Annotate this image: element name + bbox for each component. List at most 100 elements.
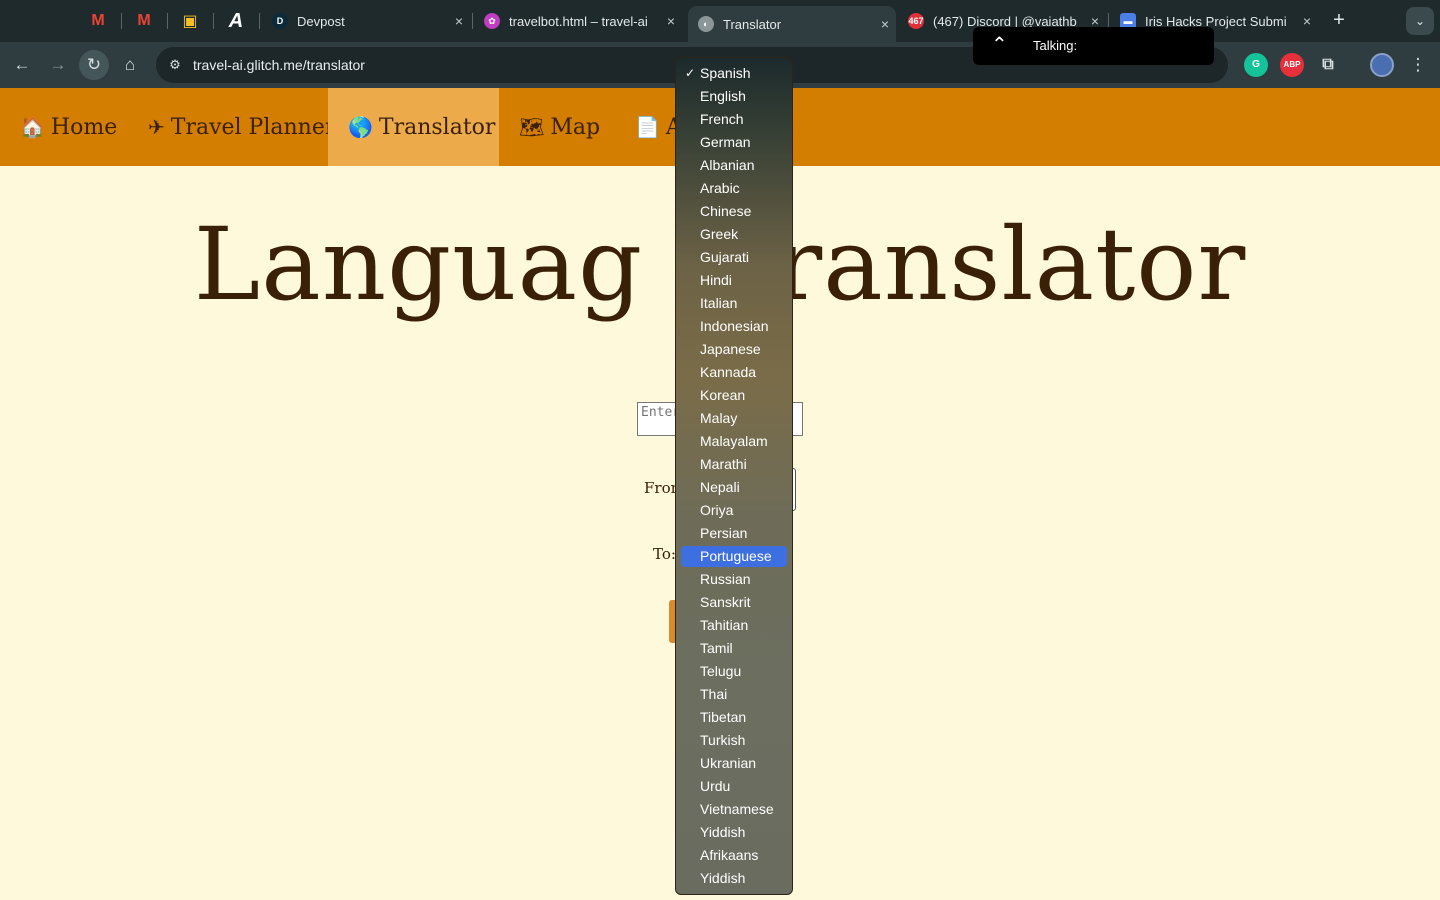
tab-separator — [167, 13, 168, 29]
a-logo-icon: A — [228, 9, 244, 32]
dropdown-option-label: French — [700, 111, 744, 127]
dropdown-option[interactable]: Malayalam — [681, 431, 787, 452]
close-icon[interactable]: × — [660, 13, 682, 29]
dropdown-option[interactable]: German — [681, 132, 787, 153]
dropdown-option-label: Afrikaans — [700, 847, 759, 863]
dropdown-option[interactable]: Urdu — [681, 776, 787, 797]
dropdown-option-label: Portuguese — [700, 548, 772, 564]
dropdown-option-label: Spanish — [700, 65, 751, 81]
adblock-icon[interactable]: ABP — [1280, 53, 1304, 77]
dropdown-option[interactable]: Tamil — [681, 638, 787, 659]
dropdown-option[interactable]: Thai — [681, 684, 787, 705]
close-icon[interactable]: × — [874, 16, 896, 32]
tab-travelbot[interactable]: ✿ travelbot.html – travel-ai × — [474, 6, 682, 36]
close-icon[interactable]: × — [1296, 13, 1318, 29]
dropdown-option[interactable]: Malay — [681, 408, 787, 429]
dropdown-option[interactable]: Indonesian — [681, 316, 787, 337]
avatar[interactable] — [1370, 53, 1394, 77]
dropdown-option-label: Russian — [700, 571, 751, 587]
dropdown-option[interactable]: Albanian — [681, 155, 787, 176]
tab-devpost[interactable]: D Devpost × — [262, 6, 470, 36]
puzzle-icon[interactable]: ⧉ — [1316, 53, 1340, 77]
tab-separator — [472, 13, 473, 29]
dropdown-option[interactable]: French — [681, 109, 787, 130]
pinned-tab-classroom[interactable]: ▣ — [172, 7, 208, 35]
chevron-up-icon[interactable]: ⌃ — [991, 32, 1008, 57]
dropdown-option[interactable]: Arabic — [681, 178, 787, 199]
dropdown-option[interactable]: Korean — [681, 385, 787, 406]
dropdown-option-label: Vietnamese — [700, 801, 774, 817]
nav-translator[interactable]: 🌎 Translator — [328, 88, 499, 166]
dropdown-option[interactable]: Greek — [681, 224, 787, 245]
new-tab-button[interactable]: + — [1327, 8, 1351, 32]
dropdown-option[interactable]: Yiddish — [681, 868, 787, 889]
close-icon[interactable]: × — [448, 13, 470, 29]
dropdown-option[interactable]: Italian — [681, 293, 787, 314]
dropdown-option[interactable]: Telugu — [681, 661, 787, 682]
dropdown-option[interactable]: Gujarati — [681, 247, 787, 268]
dropdown-option-label: Marathi — [700, 456, 747, 472]
back-icon[interactable]: ← — [7, 50, 37, 80]
nav-label: Translator — [378, 114, 496, 140]
reload-icon[interactable]: ↻ — [79, 50, 109, 80]
home-icon[interactable]: ⌂ — [115, 50, 145, 80]
gmail-icon: M — [91, 12, 105, 29]
dropdown-option-label: Turkish — [700, 732, 746, 748]
tab-search-button[interactable]: ⌄ — [1406, 7, 1434, 35]
dropdown-option[interactable]: English — [681, 86, 787, 107]
dropdown-option[interactable]: Kannada — [681, 362, 787, 383]
nav-map[interactable]: 🗺 Map — [499, 88, 620, 166]
globe-icon: ◐ — [698, 16, 714, 32]
language-dropdown-list[interactable]: ✓ Spanish English French German Albanian Arabi… — [675, 57, 793, 895]
site-info-icon[interactable]: ⚙ — [166, 56, 184, 74]
talking-label: Talking: — [1033, 38, 1078, 53]
dropdown-option[interactable]: Yiddish — [681, 822, 787, 843]
glitch-icon: ✿ — [484, 13, 500, 29]
tab-translator[interactable]: ◐ Translator × — [688, 6, 896, 42]
dropdown-option[interactable]: Russian — [681, 569, 787, 590]
dropdown-option[interactable]: Hindi — [681, 270, 787, 291]
dropdown-option[interactable]: Tibetan — [681, 707, 787, 728]
dropdown-option[interactable]: Sanskrit — [681, 592, 787, 613]
dropdown-option[interactable]: Turkish — [681, 730, 787, 751]
tab-separator — [121, 13, 122, 29]
dropdown-option-label: Yiddish — [700, 824, 746, 840]
dropdown-option-label: Arabic — [700, 180, 740, 196]
dropdown-option-label: Tahitian — [700, 617, 749, 633]
gmail-icon: M — [137, 12, 151, 29]
dropdown-option[interactable]: Tahitian — [681, 615, 787, 636]
nav-travel-planner[interactable]: ✈ Travel Planner — [128, 88, 355, 166]
dropdown-option[interactable]: Oriya — [681, 500, 787, 521]
nav-home[interactable]: 🏠 Home — [0, 88, 137, 166]
tab-separator — [259, 13, 260, 29]
pinned-tab-a[interactable]: A — [218, 7, 254, 35]
dropdown-option[interactable]: Vietnamese — [681, 799, 787, 820]
grammarly-icon[interactable]: G — [1244, 53, 1268, 77]
menu-icon[interactable]: ⋮ — [1403, 50, 1433, 80]
dropdown-option-label: Urdu — [700, 778, 731, 794]
dropdown-option-label: Thai — [700, 686, 728, 702]
classroom-icon: ▣ — [182, 13, 198, 30]
dropdown-option[interactable]: ✓ Spanish — [681, 63, 787, 84]
to-label: To: — [653, 545, 676, 563]
house-icon: 🏠 — [20, 115, 45, 139]
dropdown-option[interactable]: Portuguese — [681, 546, 787, 567]
tab-title: Translator — [723, 16, 782, 32]
dropdown-option[interactable]: Japanese — [681, 339, 787, 360]
pinned-tab-gmail-2[interactable]: M — [126, 7, 162, 35]
forward-icon[interactable]: → — [43, 50, 73, 80]
dropdown-option-label: Greek — [700, 226, 739, 242]
dropdown-option[interactable]: Ukranian — [681, 753, 787, 774]
dropdown-option-label: Albanian — [700, 157, 755, 173]
dropdown-option-label: Gujarati — [700, 249, 750, 265]
dropdown-option[interactable]: Nepali — [681, 477, 787, 498]
dropdown-option[interactable]: Afrikaans — [681, 845, 787, 866]
dropdown-option[interactable]: Persian — [681, 523, 787, 544]
url-text[interactable]: travel-ai.glitch.me/translator — [193, 57, 365, 73]
dropdown-option[interactable]: Marathi — [681, 454, 787, 475]
dropdown-option-label: Chinese — [700, 203, 752, 219]
tab-strip: M M ▣ A D Devpost × ✿ travelbot.html – t… — [0, 0, 1440, 42]
checkmark-icon: ✓ — [685, 66, 696, 80]
pinned-tab-gmail-1[interactable]: M — [80, 7, 116, 35]
dropdown-option[interactable]: Chinese — [681, 201, 787, 222]
